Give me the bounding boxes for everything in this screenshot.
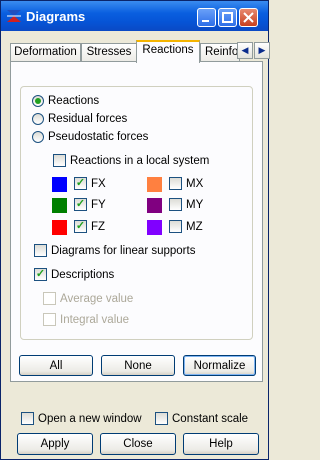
my-label: MY [186,198,204,211]
fy-label: FY [91,198,106,211]
minimize-button[interactable] [197,8,216,27]
fz-checkbox[interactable]: ✓ FZ [74,220,105,233]
maximize-icon [222,12,233,23]
descriptions-checkbox[interactable]: ✓ Descriptions [34,268,114,281]
none-button[interactable]: None [101,355,175,376]
constant-scale-checkbox[interactable]: Constant scale [155,412,248,425]
fz-check[interactable]: ✓ [74,220,87,233]
maximize-button[interactable] [218,8,237,27]
mx-color-swatch[interactable] [147,177,162,192]
average-value-check[interactable] [43,292,56,305]
diagrams-window: Diagrams Deformation Stresses Reactions … [0,0,270,460]
linear-supports-check[interactable] [34,244,47,257]
mz-label: MZ [186,220,203,233]
tab-reactions[interactable]: Reactions [136,40,200,63]
linear-supports-checkbox[interactable]: Diagrams for linear supports [34,244,195,257]
constant-scale-check[interactable] [155,412,168,425]
mz-color-swatch[interactable] [147,220,162,235]
fy-color-swatch[interactable] [52,198,67,213]
linear-supports-label: Diagrams for linear supports [51,244,196,257]
radio-residual-forces[interactable]: Residual forces [32,113,127,125]
open-new-window-checkbox[interactable]: Open a new window [21,412,142,425]
minimize-icon [202,20,209,22]
radio-reactions[interactable]: Reactions [32,95,99,107]
tab-scroll-buttons: ◀ ▶ [237,42,271,59]
app-icon [7,10,21,22]
mz-checkbox[interactable]: MZ [169,220,203,233]
radio-pseudostatic-forces-label: Pseudostatic forces [48,131,149,143]
radio-residual-forces-indicator[interactable] [32,113,44,125]
fy-check[interactable]: ✓ [74,198,87,211]
title-bar[interactable]: Diagrams [1,1,268,31]
close-button[interactable]: Close [100,433,176,455]
mx-label: MX [186,177,204,190]
average-value-checkbox[interactable]: Average value [43,292,133,305]
tab-scroll-right-icon[interactable]: ▶ [254,42,270,59]
all-button[interactable]: All [19,355,93,376]
radio-pseudostatic-forces-indicator[interactable] [32,131,44,143]
radio-pseudostatic-forces[interactable]: Pseudostatic forces [32,131,148,143]
window-title: Diagrams [26,9,86,24]
fx-checkbox[interactable]: ✓ FX [74,177,106,190]
constant-scale-label: Constant scale [172,412,249,425]
my-check[interactable] [169,198,182,211]
tab-deformation[interactable]: Deformation [10,43,81,61]
close-icon [243,12,254,23]
fz-color-swatch[interactable] [52,220,67,235]
mx-checkbox[interactable]: MX [169,177,203,190]
fz-label: FZ [91,220,106,233]
local-system-check[interactable] [53,154,66,167]
open-new-window-check[interactable] [21,412,34,425]
radio-reactions-indicator[interactable] [32,95,44,107]
my-color-swatch[interactable] [147,198,162,213]
local-system-label: Reactions in a local system [70,154,210,167]
integral-value-check[interactable] [43,313,56,326]
close-window-button[interactable] [239,8,258,27]
fx-label: FX [91,177,106,190]
tab-scroll-left-icon[interactable]: ◀ [237,42,253,59]
integral-value-checkbox[interactable]: Integral value [43,313,129,326]
descriptions-label: Descriptions [51,268,115,281]
fx-color-swatch[interactable] [52,177,67,192]
fy-checkbox[interactable]: ✓ FY [74,198,106,211]
normalize-button[interactable]: Normalize [183,355,256,376]
tab-strip: Deformation Stresses Reactions Reinfo ◀ … [10,40,270,63]
integral-value-label: Integral value [60,313,130,326]
radio-residual-forces-label: Residual forces [48,113,128,125]
my-checkbox[interactable]: MY [169,198,203,211]
radio-reactions-label: Reactions [48,95,100,107]
tab-stresses[interactable]: Stresses [81,43,137,61]
tab-reinforcement[interactable]: Reinfo [200,43,240,61]
local-system-checkbox[interactable]: Reactions in a local system [53,154,209,167]
mx-check[interactable] [169,177,182,190]
average-value-label: Average value [60,292,134,305]
fx-check[interactable]: ✓ [74,177,87,190]
mz-check[interactable] [169,220,182,233]
descriptions-check[interactable]: ✓ [34,268,47,281]
help-button[interactable]: Help [183,433,259,455]
apply-button[interactable]: Apply [17,433,93,455]
open-new-window-label: Open a new window [38,412,142,425]
